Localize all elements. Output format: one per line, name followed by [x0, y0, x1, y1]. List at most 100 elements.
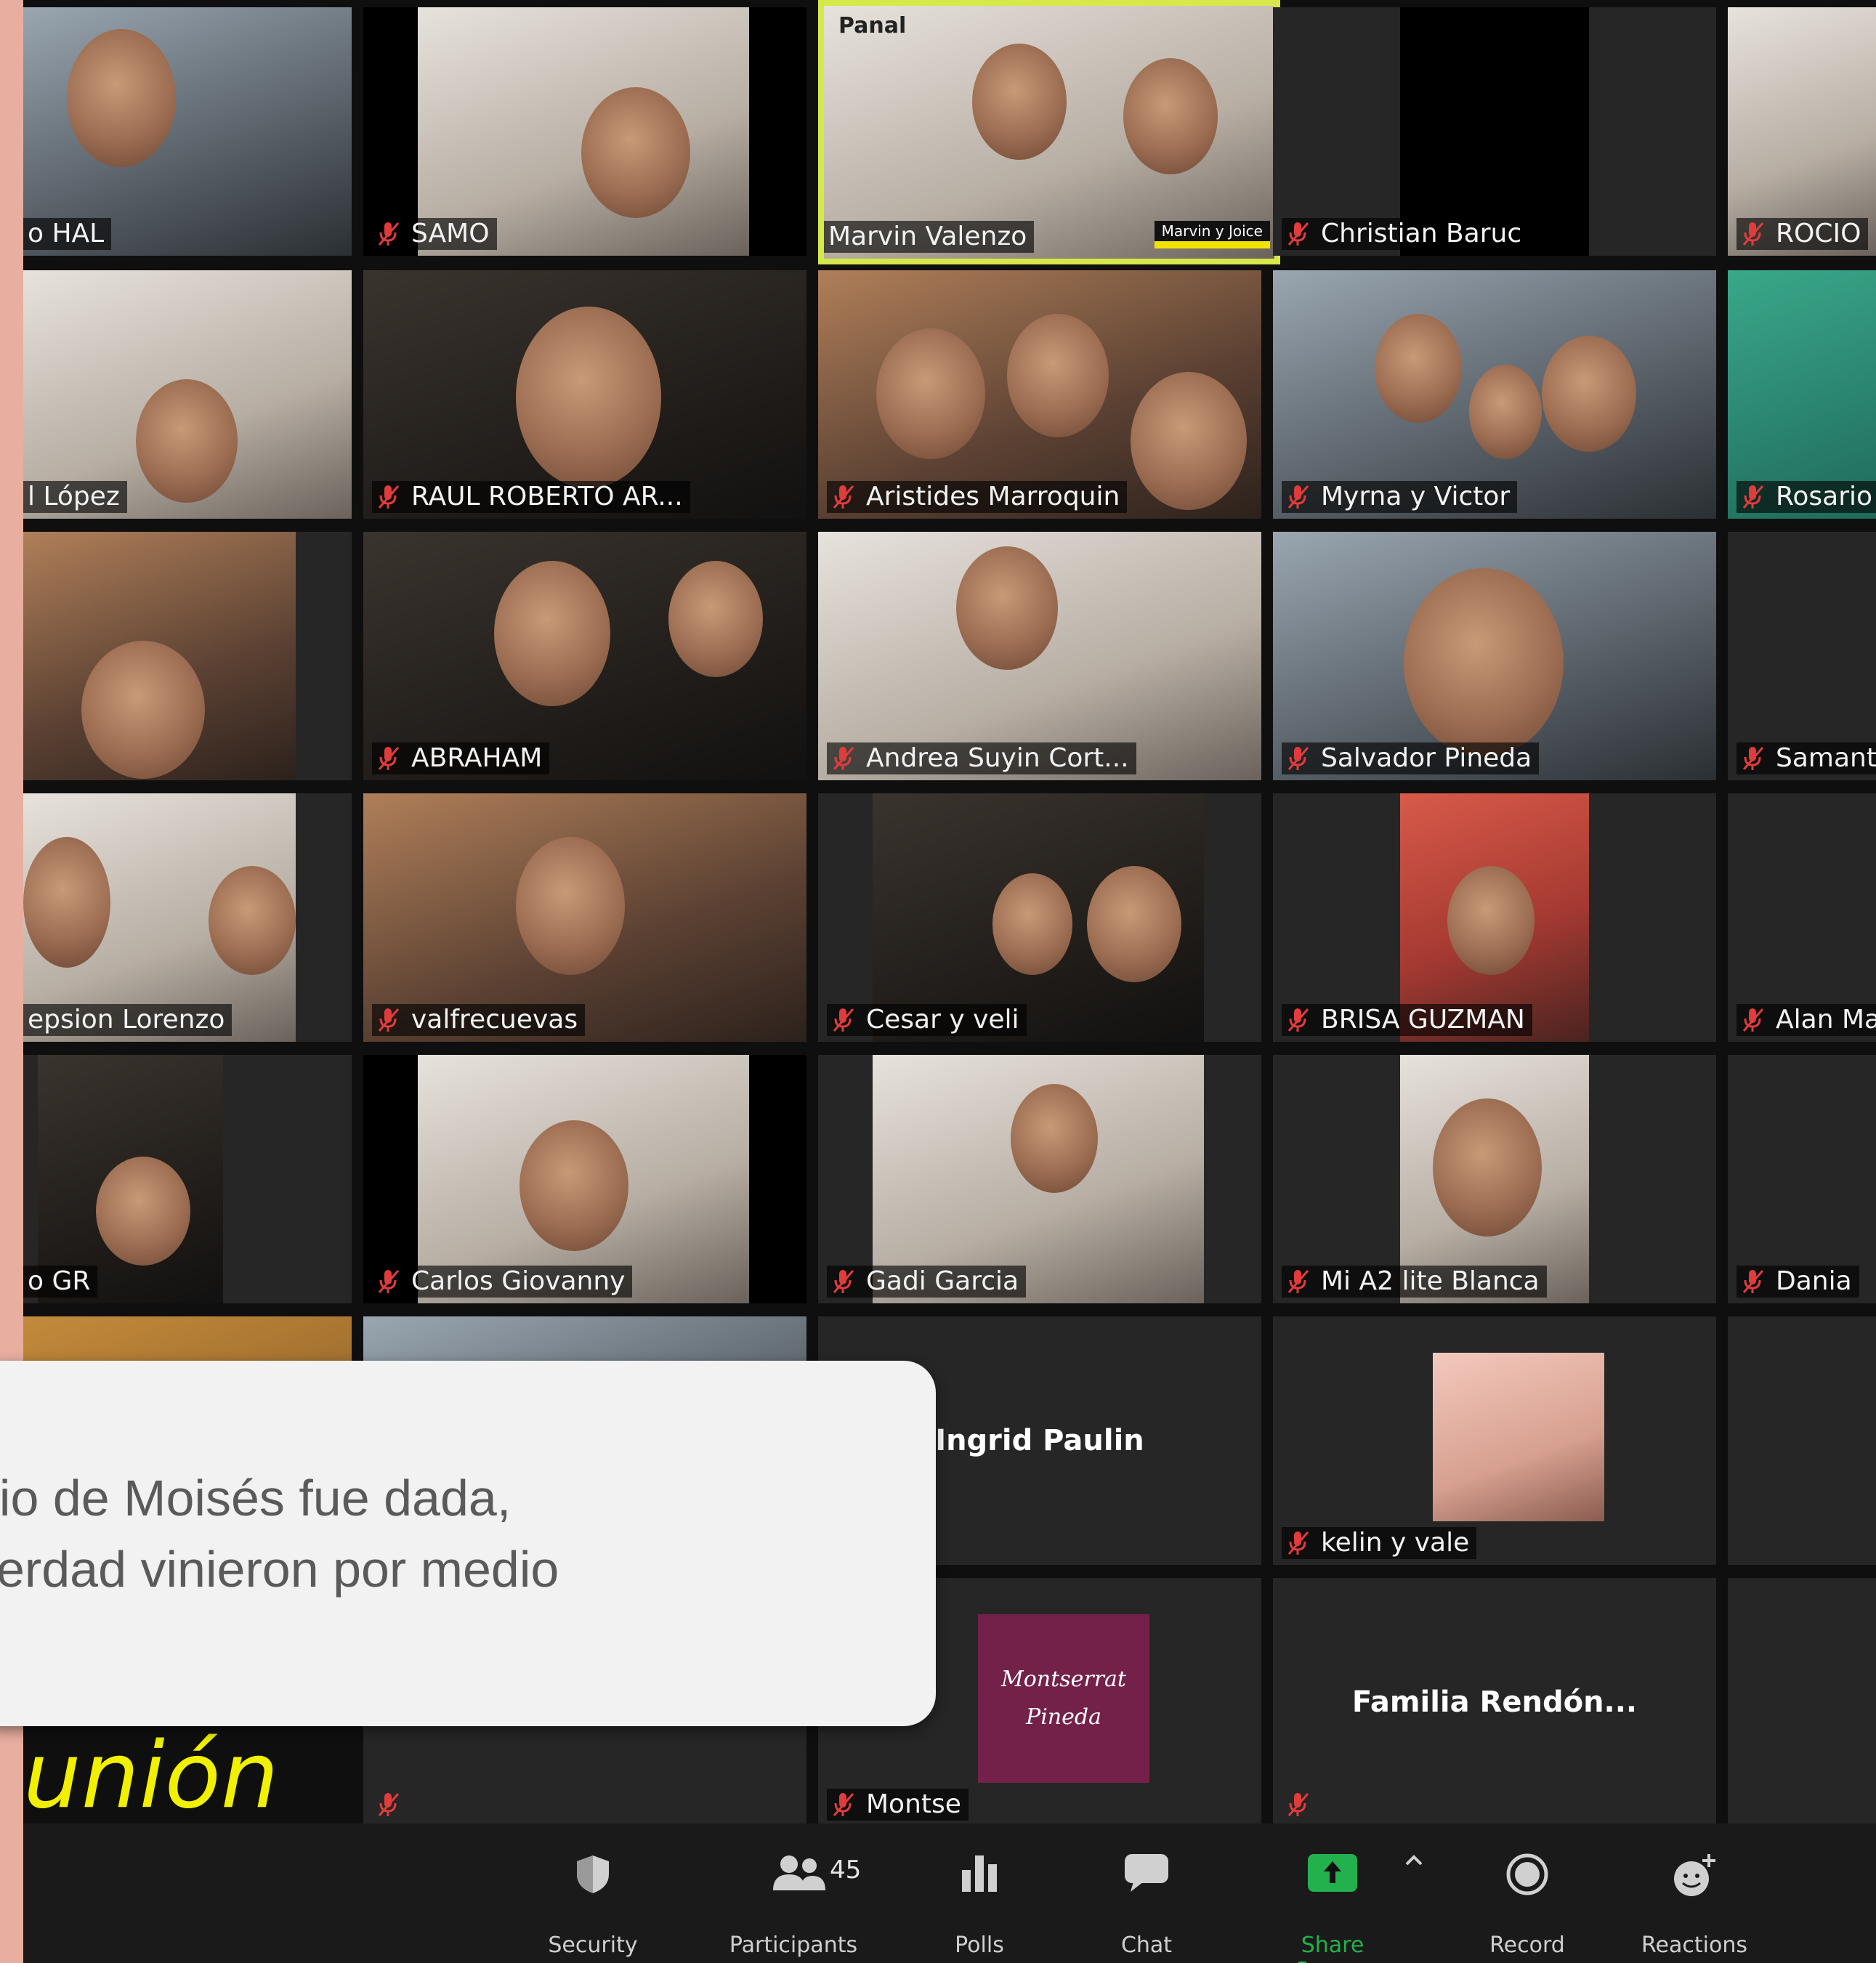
security-button[interactable]: Security: [535, 1824, 651, 1963]
reactions-label: Reactions: [1641, 1932, 1747, 1958]
participant-tile-samo[interactable]: SAMO: [363, 7, 806, 256]
participant-face: [1123, 58, 1218, 174]
participant-name: Marvin Valenzo: [828, 222, 1027, 251]
participant-face: [67, 29, 176, 167]
participant-face: [1469, 365, 1542, 459]
participant-name-bar: [372, 1789, 419, 1821]
participant-face: [136, 379, 238, 503]
mic-muted-icon: [1741, 745, 1766, 772]
participant-tile-valfrecuevas[interactable]: valfrecuevas: [363, 793, 806, 1042]
participant-name: epsion Lorenzo: [28, 1005, 225, 1035]
participant-face: [1375, 314, 1462, 423]
participant-face: [1447, 866, 1535, 975]
participant-tile-samantha[interactable]: Samanth: [1728, 532, 1876, 780]
participant-tile-rosario[interactable]: Rosario: [1728, 270, 1876, 519]
participant-face: [96, 1157, 190, 1266]
name-tag-overlay: Marvin y Joice: [1154, 221, 1270, 248]
mic-muted-icon: [376, 483, 401, 511]
mic-muted-icon: [1741, 220, 1766, 248]
mic-muted-icon: [376, 1006, 401, 1034]
record-button[interactable]: Record: [1469, 1824, 1585, 1963]
share-screen-button[interactable]: Share Screen: [1274, 1824, 1391, 1963]
participant-name-bar: Samanth: [1736, 742, 1876, 774]
participant-name: BRISA GUZMAN: [1321, 1005, 1525, 1035]
participant-name: o HAL: [28, 219, 105, 248]
participant-tile-dania[interactable]: Dania: [1728, 1055, 1876, 1303]
participant-name-bar: Cesar y veli: [827, 1004, 1027, 1036]
share-screen-icon: [1306, 1853, 1359, 1896]
participant-face: [956, 546, 1058, 670]
participant-name-bar: o HAL: [23, 218, 112, 250]
participant-tile-mi-a2-lite-blanca[interactable]: Mi A2 lite Blanca: [1273, 1055, 1716, 1303]
participant-name-bar: Carlos Giovanny: [372, 1266, 633, 1298]
participant-name-bar: BRISA GUZMAN: [1282, 1004, 1532, 1036]
participants-label: Participants: [729, 1932, 858, 1958]
participant-tile-alan[interactable]: Alan Ma: [1728, 793, 1876, 1042]
mic-muted-icon: [1286, 1791, 1311, 1818]
mic-muted-icon: [1286, 745, 1311, 772]
participant-tile-familia-rendon[interactable]: Familia Rendón...: [1273, 1578, 1716, 1826]
participant-name: kelin y vale: [1321, 1528, 1470, 1558]
participant-name-bar: valfrecuevas: [372, 1004, 586, 1036]
participant-face: [1131, 372, 1247, 510]
participant-tile-rocio[interactable]: ROCIO: [1728, 7, 1876, 256]
participant-tile-andrea-suyin[interactable]: Andrea Suyin Cort...: [818, 532, 1261, 780]
record-label: Record: [1489, 1932, 1565, 1958]
participant-name: o GR: [28, 1266, 91, 1296]
participant-tile-hal[interactable]: o HAL: [23, 7, 352, 256]
chat-button[interactable]: Chat: [1088, 1824, 1205, 1963]
participant-tile-epsion-lorenzo[interactable]: epsion Lorenzo: [23, 793, 352, 1042]
mic-muted-icon: [376, 220, 401, 248]
participant-name-bar: o GR: [23, 1266, 98, 1298]
participant-name: Gadi Garcia: [866, 1266, 1019, 1296]
participant-face: [1404, 568, 1564, 757]
participant-tile-gr[interactable]: o GR: [23, 1055, 352, 1303]
participant-face: [972, 44, 1067, 160]
participant-face: [494, 561, 610, 706]
participant-tile-kelin-y-vale[interactable]: kelin y vale: [1273, 1316, 1716, 1565]
participant-tile-carlos-giovanny[interactable]: Carlos Giovanny: [363, 1055, 806, 1303]
participant-tile-gadi-garcia[interactable]: Gadi Garcia: [818, 1055, 1261, 1303]
participant-name-bar: SAMO: [372, 218, 497, 250]
participant-tile-abraham[interactable]: ABRAHAM: [363, 532, 806, 780]
caption-overlay-card: dio de Moisés fue dada, verdad vinieron …: [0, 1361, 936, 1726]
chat-label: Chat: [1120, 1932, 1173, 1958]
mic-muted-icon: [1286, 220, 1311, 248]
participant-name-bar: [1282, 1789, 1328, 1821]
participant-tile-brisa-guzman[interactable]: BRISA GUZMAN: [1273, 793, 1716, 1042]
participant-name: Andrea Suyin Cort...: [866, 743, 1129, 773]
participant-tile-row6-right[interactable]: [1728, 1316, 1876, 1565]
participant-tile-christian-baruc[interactable]: Christian Baruc: [1273, 7, 1716, 256]
participant-face: [516, 837, 625, 975]
participants-button[interactable]: 45 Participants: [721, 1824, 866, 1963]
polls-label: Polls: [955, 1932, 1004, 1958]
participant-tile-row7-right[interactable]: [1728, 1578, 1876, 1826]
participant-face: [516, 307, 661, 488]
participant-name-bar: epsion Lorenzo: [23, 1004, 233, 1036]
mic-muted-icon: [1286, 1268, 1311, 1295]
share-options-caret[interactable]: [1385, 1824, 1443, 1963]
participant-name: l López: [28, 482, 120, 511]
participant-tile-raul-roberto[interactable]: RAUL ROBERTO AR...: [363, 270, 806, 519]
participant-face: [1011, 1084, 1098, 1193]
participant-name-bar: Christian Baruc: [1282, 218, 1529, 250]
participant-name: SAMO: [411, 219, 490, 248]
participant-face: [876, 328, 985, 459]
participant-tile-aristides-marroquin[interactable]: Aristides Marroquin: [818, 270, 1261, 519]
reactions-button[interactable]: Reactions: [1636, 1824, 1752, 1963]
participant-tile-cesar-y-veli[interactable]: Cesar y veli: [818, 793, 1261, 1042]
participant-name: Salvador Pineda: [1321, 743, 1532, 773]
participant-tile-salvador-pineda[interactable]: Salvador Pineda: [1273, 532, 1716, 780]
participant-tile-marvin-valenzo-active-speaker[interactable]: Panal Marvin y Joice Marvin Valenzo: [818, 0, 1280, 264]
security-label: Security: [548, 1932, 638, 1958]
polls-button[interactable]: Polls: [921, 1824, 1038, 1963]
participant-tile-unnamed[interactable]: [23, 532, 352, 780]
participant-tile-myrna-y-victor[interactable]: Myrna y Victor: [1273, 270, 1716, 519]
name-card-avatar: Montserrat Pineda: [978, 1614, 1149, 1783]
mic-muted-icon: [1286, 1529, 1311, 1557]
chevron-up-icon: [1404, 1853, 1424, 1870]
participant-face: [992, 873, 1072, 975]
participant-name-bar: ROCIO: [1736, 218, 1869, 250]
participant-name: Alan Ma: [1776, 1005, 1876, 1035]
participant-tile-lopez[interactable]: l López: [23, 270, 352, 519]
